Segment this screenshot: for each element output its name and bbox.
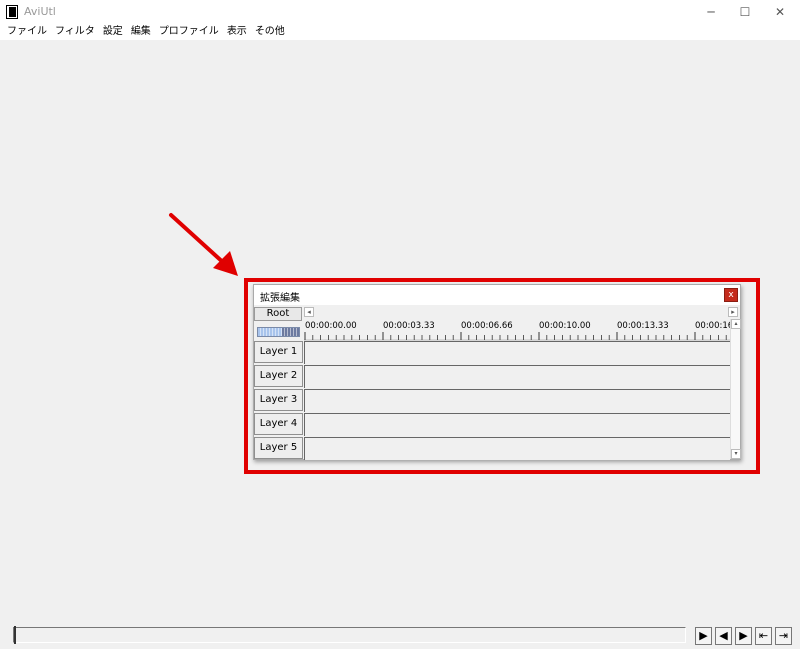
menu-settings[interactable]: 設定 <box>99 24 127 40</box>
seek-handle[interactable] <box>14 626 16 644</box>
menu-filter[interactable]: フィルタ <box>51 24 99 40</box>
prev-frame-button[interactable]: ◀ <box>715 627 732 645</box>
menu-profile[interactable]: プロファイル <box>155 24 223 40</box>
menu-view[interactable]: 表示 <box>223 24 251 40</box>
close-button[interactable]: ✕ <box>763 0 797 24</box>
go-start-button[interactable]: ⇤ <box>755 627 772 645</box>
go-end-button[interactable]: ⇥ <box>775 627 792 645</box>
menu-other[interactable]: その他 <box>251 24 289 40</box>
minimize-button[interactable]: ─ <box>694 0 728 24</box>
maximize-button[interactable]: ☐ <box>728 0 762 24</box>
menu-edit[interactable]: 編集 <box>127 24 155 40</box>
window-title: AviUtl <box>24 5 56 18</box>
highlight-box <box>244 278 760 474</box>
next-frame-button[interactable]: ▶ <box>735 627 752 645</box>
menu-bar: ファイル フィルタ 設定 編集 プロファイル 表示 その他 <box>0 24 800 40</box>
menu-file[interactable]: ファイル <box>3 24 51 40</box>
play-button[interactable]: ▶ <box>695 627 712 645</box>
seek-bar[interactable] <box>13 626 686 644</box>
title-bar: AviUtl ─ ☐ ✕ <box>0 0 800 24</box>
app-icon <box>6 5 18 19</box>
